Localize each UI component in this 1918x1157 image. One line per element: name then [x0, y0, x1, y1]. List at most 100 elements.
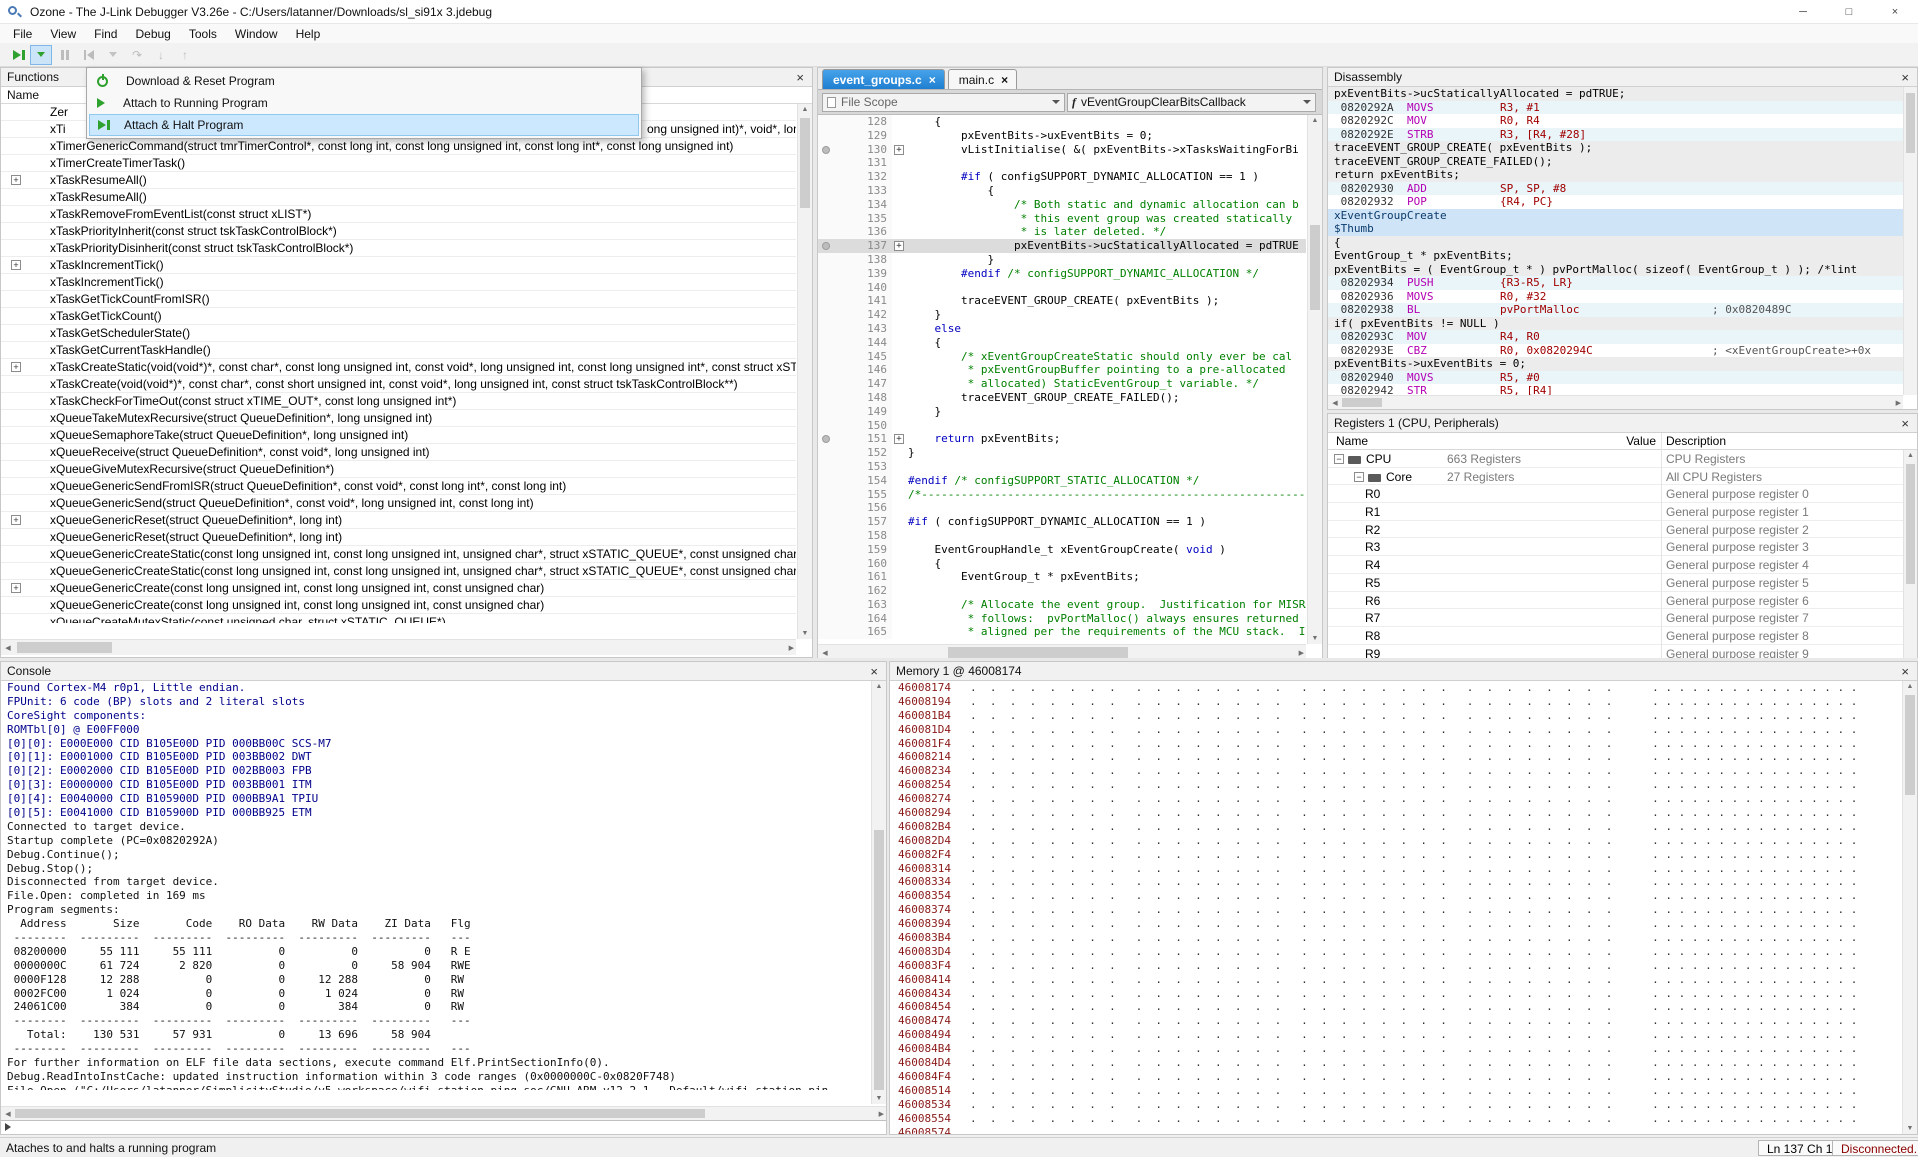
code-line[interactable]: 130+ vListInitialise( &( pxEventBits->xT…	[818, 143, 1306, 157]
memory-row[interactable]: 46008314. . . . . . . . . . . . . . . . …	[898, 862, 1902, 876]
menu-item-download-reset-program[interactable]: Download & Reset Program	[89, 70, 639, 92]
close-icon[interactable]: ×	[929, 73, 936, 87]
function-list-item[interactable]: xQueueGenericCreateStatic(const long uns…	[1, 563, 796, 580]
code-line[interactable]: 149 }	[818, 405, 1306, 419]
breakpoint-margin[interactable]	[818, 308, 836, 322]
close-icon[interactable]: ×	[1899, 665, 1911, 678]
breakpoint-margin[interactable]	[818, 350, 836, 364]
memory-row[interactable]: 46008174. . . . . . . . . . . . . . . . …	[898, 681, 1902, 695]
function-list-item[interactable]: +xQueueGenericReset(struct QueueDefiniti…	[1, 512, 796, 529]
memory-row[interactable]: 46008454. . . . . . . . . . . . . . . . …	[898, 1000, 1902, 1014]
disassembly-listing[interactable]: pxEventBits->ucStaticallyAllocated = pdT…	[1328, 87, 1903, 395]
menu-window[interactable]: Window	[226, 25, 287, 43]
reset-button[interactable]	[78, 45, 100, 65]
expand-icon[interactable]: +	[11, 583, 21, 593]
code-line[interactable]: 143 else	[818, 322, 1306, 336]
fold-margin[interactable]	[892, 474, 908, 488]
memory-row[interactable]: 46008434. . . . . . . . . . . . . . . . …	[898, 987, 1902, 1001]
memory-row[interactable]: 46008554. . . . . . . . . . . . . . . . …	[898, 1112, 1902, 1126]
breakpoint-margin[interactable]	[818, 198, 836, 212]
register-row[interactable]: −CPU663 RegistersCPU Registers	[1328, 450, 1903, 468]
close-button[interactable]: ×	[1872, 0, 1918, 24]
reset-dropdown-button[interactable]	[102, 45, 124, 65]
code-line[interactable]: 142 }	[818, 308, 1306, 322]
memory-row[interactable]: 46008254. . . . . . . . . . . . . . . . …	[898, 778, 1902, 792]
breakpoint-margin[interactable]	[818, 488, 836, 502]
function-list-item[interactable]: xTimerCreateTimerTask()	[1, 155, 796, 172]
disassembly-source-line[interactable]: return pxEventBits;	[1328, 168, 1903, 182]
close-icon[interactable]: ×	[794, 71, 806, 84]
breakpoint-margin[interactable]	[818, 474, 836, 488]
console-command-input[interactable]	[1, 1120, 886, 1134]
register-row[interactable]: R8General purpose register 8	[1328, 627, 1903, 645]
breakpoint-margin[interactable]	[818, 281, 836, 295]
breakpoint-margin[interactable]	[818, 212, 836, 226]
functions-vertical-scrollbar[interactable]: ▲ ▼	[797, 104, 812, 639]
code-line[interactable]: 151+ return pxEventBits;	[818, 432, 1306, 446]
fold-margin[interactable]: +	[892, 239, 908, 253]
breakpoint-margin[interactable]	[818, 625, 836, 639]
fold-margin[interactable]	[892, 557, 908, 571]
disassembly-source-line[interactable]: traceEVENT_GROUP_CREATE_FAILED();	[1328, 155, 1903, 169]
breakpoint-margin[interactable]	[818, 322, 836, 336]
disassembly-instruction[interactable]: 08202940MOVSR5, #0	[1328, 371, 1903, 385]
function-list-item[interactable]: xQueueGenericCreate(const long unsigned …	[1, 597, 796, 614]
breakpoint-margin[interactable]	[818, 405, 836, 419]
code-line[interactable]: 154#endif /* configSUPPORT_STATIC_ALLOCA…	[818, 474, 1306, 488]
breakpoint-margin[interactable]	[818, 460, 836, 474]
code-line[interactable]: 144 {	[818, 336, 1306, 350]
memory-row[interactable]: 46008534. . . . . . . . . . . . . . . . …	[898, 1098, 1902, 1112]
function-list-item[interactable]: xTaskPriorityDisinherit(const struct tsk…	[1, 240, 796, 257]
function-list-item[interactable]: +xQueueGenericCreate(const long unsigned…	[1, 580, 796, 597]
fold-icon[interactable]: +	[894, 241, 904, 251]
function-list-item[interactable]: xQueueReceive(struct QueueDefinition*, c…	[1, 444, 796, 461]
code-line[interactable]: 156	[818, 501, 1306, 515]
memory-row[interactable]: 46008494. . . . . . . . . . . . . . . . …	[898, 1028, 1902, 1042]
code-line[interactable]: 148 traceEVENT_GROUP_CREATE_FAILED();	[818, 391, 1306, 405]
functions-horizontal-scrollbar[interactable]: ◀ ▶	[1, 639, 796, 655]
memory-row[interactable]: 460083D4. . . . . . . . . . . . . . . . …	[898, 945, 1902, 959]
function-list-item[interactable]: xQueueCreateMutexStatic(const unsigned c…	[1, 614, 796, 623]
disassembly-instruction[interactable]: 08202938BLpvPortMalloc; 0x0820489C	[1328, 303, 1903, 317]
disassembly-symbol-selected[interactable]: $Thumb	[1328, 222, 1903, 236]
breakpoint-margin[interactable]	[818, 239, 836, 253]
close-icon[interactable]: ×	[1899, 71, 1911, 84]
breakpoint-dot-icon[interactable]	[822, 435, 830, 443]
register-row[interactable]: R4General purpose register 4	[1328, 556, 1903, 574]
splitter-top-bottom[interactable]	[0, 658, 1918, 661]
memory-dump[interactable]: 46008174. . . . . . . . . . . . . . . . …	[890, 681, 1902, 1134]
fold-margin[interactable]	[892, 184, 908, 198]
file-scope-dropdown[interactable]: File Scope	[822, 93, 1065, 112]
fold-margin[interactable]	[892, 543, 908, 557]
register-row[interactable]: R7General purpose register 7	[1328, 609, 1903, 627]
function-list-item[interactable]: xTaskGetSchedulerState()	[1, 325, 796, 342]
breakpoint-margin[interactable]	[818, 529, 836, 543]
memory-row[interactable]: 460081B4. . . . . . . . . . . . . . . . …	[898, 709, 1902, 723]
disassembly-source-line[interactable]: traceEVENT_GROUP_CREATE( pxEventBits );	[1328, 141, 1903, 155]
fold-margin[interactable]	[892, 612, 908, 626]
function-list-item[interactable]: xQueueGiveMutexRecursive(struct QueueDef…	[1, 461, 796, 478]
step-out-button[interactable]: ↑	[174, 45, 196, 65]
disassembly-instruction[interactable]: 08202936MOVSR0, #32	[1328, 290, 1903, 304]
function-list-item[interactable]: +xTaskResumeAll()	[1, 172, 796, 189]
memory-row[interactable]: 460084D4. . . . . . . . . . . . . . . . …	[898, 1056, 1902, 1070]
fold-margin[interactable]: +	[892, 143, 908, 157]
function-list-item[interactable]: xTaskRemoveFromEventList(const struct xL…	[1, 206, 796, 223]
registers-column-header[interactable]: Name Value Description	[1328, 433, 1917, 450]
breakpoint-margin[interactable]	[818, 156, 836, 170]
expand-icon[interactable]: +	[11, 362, 21, 372]
fold-margin[interactable]	[892, 281, 908, 295]
code-line[interactable]: 135 * this event group was created stati…	[818, 212, 1306, 226]
console-vertical-scrollbar[interactable]: ▲ ▼	[871, 681, 886, 1104]
fold-margin[interactable]	[892, 391, 908, 405]
fold-margin[interactable]: +	[892, 432, 908, 446]
breakpoint-margin[interactable]	[818, 253, 836, 267]
close-icon[interactable]: ×	[1001, 73, 1008, 87]
code-line[interactable]: 153	[818, 460, 1306, 474]
tab-main-c[interactable]: main.c×	[948, 69, 1017, 89]
expand-icon[interactable]: +	[11, 260, 21, 270]
menu-item-attach-halt-program[interactable]: Attach & Halt Program	[89, 114, 639, 136]
expand-icon[interactable]: +	[11, 515, 21, 525]
code-line[interactable]: 136 * is later deleted. */	[818, 225, 1306, 239]
fold-margin[interactable]	[892, 308, 908, 322]
